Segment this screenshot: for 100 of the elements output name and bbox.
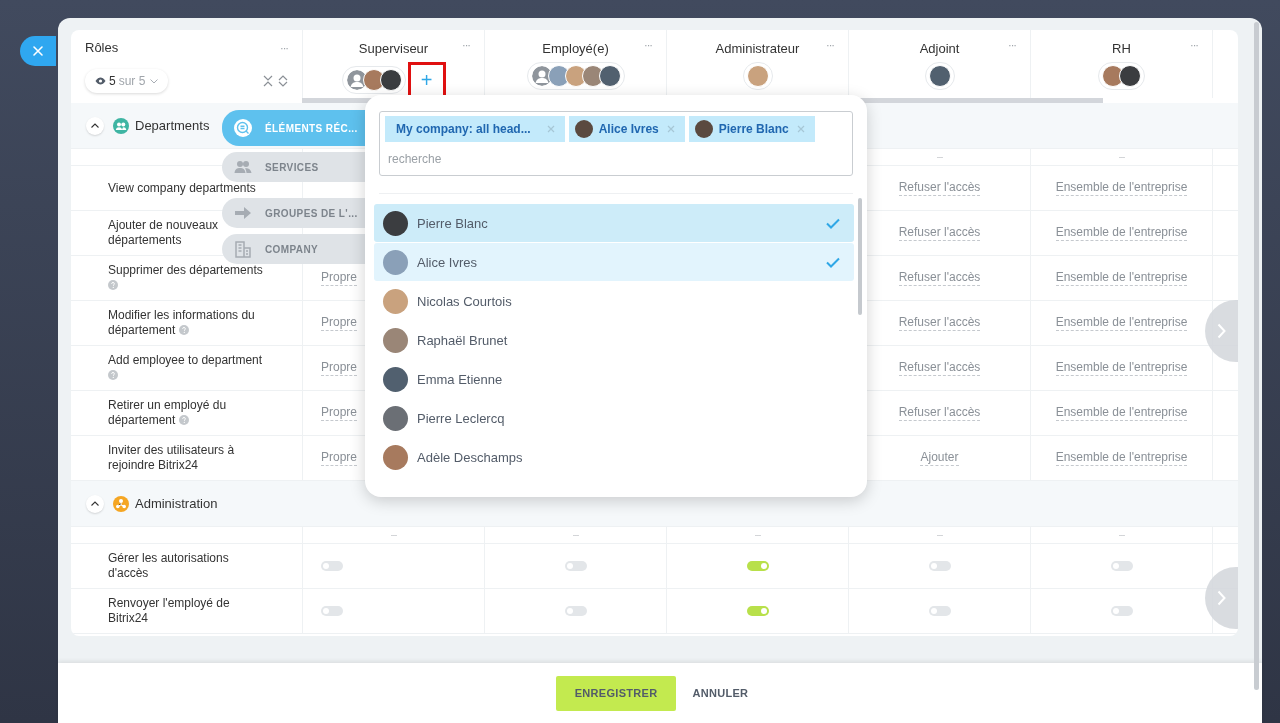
more-button[interactable]: ··· xyxy=(936,152,943,162)
cancel-button[interactable]: ANNULER xyxy=(690,675,751,711)
selection-field[interactable]: My company: all head... Alice Ivres Pierre Blanc recherche xyxy=(379,111,853,176)
access-dropdown[interactable]: Refuser l'accès xyxy=(898,225,981,241)
permission-label: Retirer un employé du département xyxy=(108,398,228,428)
access-dropdown[interactable]: Ajouter xyxy=(920,450,959,466)
chevron-up-icon xyxy=(91,123,99,128)
person-name: Pierre Leclercq xyxy=(417,410,506,426)
avatar xyxy=(746,65,769,87)
person-item[interactable]: Raphaël Brunet xyxy=(374,321,854,359)
collapse-all-button[interactable] xyxy=(263,75,273,87)
role-title: RH xyxy=(1112,40,1131,56)
avatar xyxy=(383,366,408,392)
selected-tag[interactable]: Pierre Blanc xyxy=(688,116,815,142)
access-dropdown[interactable]: Ensemble de l'entreprise xyxy=(1055,180,1188,196)
role-title: Administrateur xyxy=(715,40,800,56)
avatar xyxy=(1119,65,1141,87)
more-button[interactable]: ··· xyxy=(462,39,470,51)
arrow-icon xyxy=(234,204,252,222)
toggle-switch[interactable] xyxy=(1110,561,1133,571)
person-item[interactable]: Emma Etienne xyxy=(374,360,854,398)
access-dropdown[interactable]: Propre xyxy=(321,405,358,421)
role-title: Employé(e) xyxy=(542,40,609,56)
toggle-switch[interactable] xyxy=(564,561,587,571)
list-scrollbar[interactable] xyxy=(858,198,862,315)
toggle-switch[interactable] xyxy=(928,561,951,571)
selected-tag[interactable]: My company: all head... xyxy=(385,116,565,142)
more-button[interactable]: ··· xyxy=(280,41,288,54)
access-dropdown[interactable]: Ensemble de l'entreprise xyxy=(1055,225,1188,241)
help-icon xyxy=(178,415,189,425)
toggle-switch[interactable] xyxy=(1110,606,1133,616)
section-title: Administration xyxy=(135,496,218,511)
building-icon xyxy=(234,240,252,258)
person-name: Adèle Deschamps xyxy=(417,449,524,465)
avatar xyxy=(383,210,408,236)
vertical-scrollbar[interactable] xyxy=(1254,22,1259,690)
avatar-group[interactable] xyxy=(526,62,625,90)
avatar xyxy=(383,288,408,314)
remove-icon xyxy=(666,125,675,133)
access-dropdown[interactable]: Refuser l'accès xyxy=(898,405,981,421)
expand-all-button[interactable] xyxy=(278,75,288,87)
help-icon xyxy=(108,370,118,380)
toggle-switch[interactable] xyxy=(321,561,343,571)
expand-icon xyxy=(278,75,288,87)
access-dropdown[interactable]: Ensemble de l'entreprise xyxy=(1055,315,1188,331)
save-button[interactable]: ENREGISTRER xyxy=(555,675,677,711)
more-button[interactable]: ··· xyxy=(754,530,761,540)
permission-label: Supprimer des départements xyxy=(108,263,266,293)
toggle-switch[interactable] xyxy=(746,561,769,571)
avatar-group[interactable] xyxy=(924,62,955,90)
avatar xyxy=(383,444,408,470)
access-dropdown[interactable]: Propre xyxy=(321,270,358,286)
section-toggle-button[interactable] xyxy=(86,116,104,135)
access-dropdown[interactable]: Refuser l'accès xyxy=(898,360,981,376)
access-dropdown[interactable]: Ensemble de l'entreprise xyxy=(1055,270,1188,286)
avatar-group[interactable] xyxy=(341,66,406,94)
access-dropdown[interactable]: Propre xyxy=(321,315,358,331)
column-title: Rôles xyxy=(85,40,119,55)
more-button[interactable]: ··· xyxy=(1008,39,1016,51)
person-name: Emma Etienne xyxy=(417,371,504,387)
access-dropdown[interactable]: Propre xyxy=(321,360,358,376)
toggle-switch[interactable] xyxy=(564,606,587,616)
avatar-group[interactable] xyxy=(1098,62,1145,90)
access-dropdown[interactable]: Ensemble de l'entreprise xyxy=(1055,360,1188,376)
person-item[interactable]: Adèle Deschamps xyxy=(374,438,854,476)
access-dropdown[interactable]: Refuser l'accès xyxy=(898,180,981,196)
more-button[interactable]: ··· xyxy=(644,39,652,51)
permission-label: Inviter des utilisateurs à rejoindre Bitrix24 xyxy=(108,443,236,473)
person-item[interactable]: Alice Ivres xyxy=(374,243,854,281)
toggle-switch[interactable] xyxy=(928,606,951,616)
more-button[interactable]: ··· xyxy=(826,39,834,51)
access-dropdown[interactable]: Refuser l'accès xyxy=(898,270,981,286)
access-dropdown[interactable]: Refuser l'accès xyxy=(898,315,981,331)
tag-label: My company: all head... xyxy=(396,122,531,136)
person-item[interactable]: Nicolas Courtois xyxy=(374,282,854,320)
close-icon xyxy=(32,45,44,57)
avatar xyxy=(598,65,621,87)
eye-icon xyxy=(95,77,106,85)
more-button[interactable]: ··· xyxy=(1190,39,1198,51)
access-dropdown[interactable]: Ensemble de l'entreprise xyxy=(1055,450,1188,466)
visible-roles-filter[interactable]: 5 sur 5 xyxy=(85,69,169,93)
person-item[interactable]: Pierre Blanc xyxy=(374,204,854,242)
selected-tag[interactable]: Alice Ivres xyxy=(568,116,685,142)
more-button[interactable]: ··· xyxy=(936,530,943,540)
permission-label: Renvoyer l'employé de Bitrix24 xyxy=(108,596,231,626)
more-button[interactable]: ··· xyxy=(1118,152,1125,162)
person-name: Pierre Blanc xyxy=(417,215,489,231)
toggle-switch[interactable] xyxy=(746,606,769,616)
access-dropdown[interactable]: Ensemble de l'entreprise xyxy=(1055,405,1188,421)
toggle-switch[interactable] xyxy=(321,606,343,616)
more-button[interactable]: ··· xyxy=(572,530,579,540)
access-dropdown[interactable]: Propre xyxy=(321,450,358,466)
section-toggle-button[interactable] xyxy=(86,494,104,513)
person-item[interactable]: Pierre Leclercq xyxy=(374,399,854,437)
close-button[interactable] xyxy=(20,36,56,66)
more-button[interactable]: ··· xyxy=(1118,530,1125,540)
section-title: Departments xyxy=(135,118,210,133)
avatar xyxy=(383,405,408,431)
more-button[interactable]: ··· xyxy=(390,530,397,540)
recent-search-icon xyxy=(234,119,252,137)
